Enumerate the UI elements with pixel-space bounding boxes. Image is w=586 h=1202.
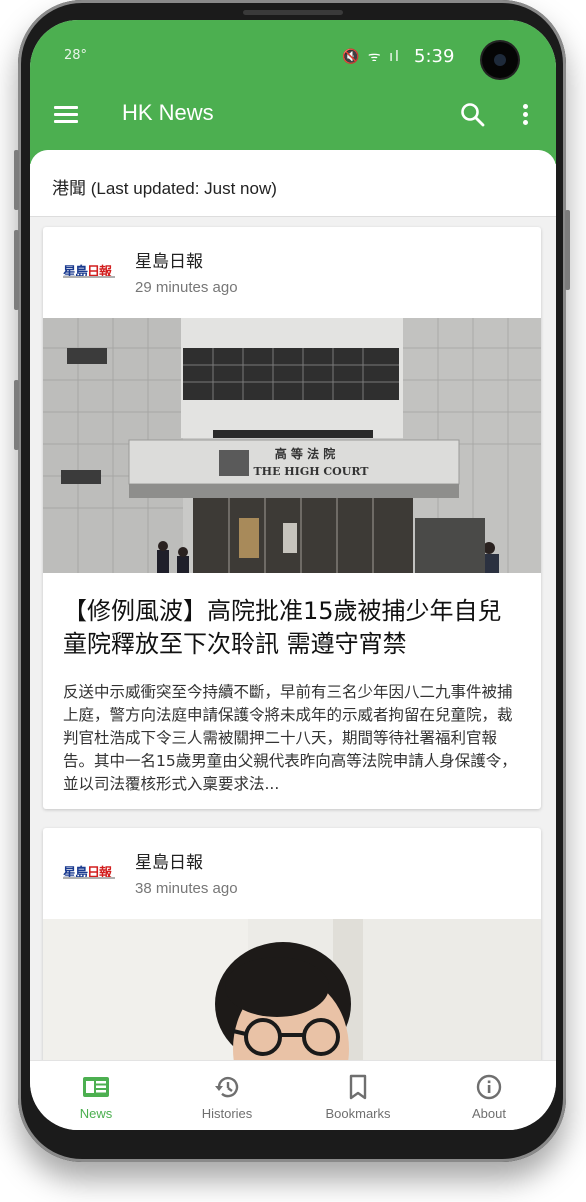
source-name: 星島日報: [135, 252, 203, 272]
svg-text:THE HIGH COURT: THE HIGH COURT: [253, 465, 369, 478]
svg-text:高 等 法 院: 高 等 法 院: [275, 446, 336, 461]
status-signal-icons: 🔇 ᯤ ıl: [342, 49, 401, 65]
bookmark-icon: [344, 1073, 372, 1101]
nav-histories-label: Histories: [201, 1106, 253, 1121]
power-button-left: [14, 230, 19, 310]
app-title: HK News: [122, 100, 214, 125]
section-title: 港聞 (Last updated: Just now): [52, 179, 277, 198]
publish-time: 29 minutes ago: [135, 279, 238, 296]
source-name: 星島日報: [135, 853, 203, 873]
bixby-button: [14, 380, 19, 450]
nav-bookmarks[interactable]: Bookmarks: [292, 1061, 424, 1130]
phone-screen: 28° 🔇 ᯤ ıl 5:39 HK News 港聞 (Last updated…: [30, 20, 556, 1130]
info-icon: [475, 1073, 503, 1101]
power-button: [565, 210, 570, 290]
history-icon: [213, 1073, 241, 1101]
news-icon: [82, 1073, 110, 1101]
news-headline[interactable]: 【修例風波】高院批准15歲被捕少年自兒童院釋放至下次聆訊 需遵守宵禁: [63, 595, 525, 661]
nav-about[interactable]: About: [423, 1061, 555, 1130]
volume-button: [14, 150, 19, 210]
more-vert-icon[interactable]: [523, 104, 529, 126]
nav-news[interactable]: News: [30, 1061, 162, 1130]
news-image-high-court[interactable]: 高 等 法 院 THE HIGH COURT: [43, 318, 541, 573]
publish-time: 38 minutes ago: [135, 880, 238, 897]
news-feed[interactable]: 港聞 (Last updated: Just now) 星島日報 星島日報 29…: [30, 150, 556, 1060]
news-card[interactable]: 星島日報 星島日報 38 minutes ago: [43, 828, 541, 1060]
source-logo: 星島日報: [63, 862, 115, 882]
news-summary: 反送中示威衝突至今持續不斷，早前有三名少年因八二九事件被捕上庭，警方向法庭申請保…: [63, 683, 517, 793]
search-icon[interactable]: [460, 102, 486, 128]
nav-about-label: About: [472, 1106, 506, 1121]
source-logo: 星島日報: [63, 261, 115, 281]
earpiece-speaker: [243, 10, 343, 15]
front-camera: [482, 42, 518, 78]
nav-news-label: News: [79, 1106, 113, 1121]
news-image-portrait[interactable]: [43, 919, 541, 1060]
status-temperature: 28°: [64, 48, 88, 63]
nav-histories[interactable]: Histories: [161, 1061, 293, 1130]
nav-bookmarks-label: Bookmarks: [325, 1106, 391, 1121]
section-header: 港聞 (Last updated: Just now): [30, 150, 556, 217]
hamburger-menu-icon[interactable]: [54, 106, 78, 124]
news-card[interactable]: 星島日報 星島日報 29 minutes ago 高 等 法 院 THE HIG…: [43, 227, 541, 809]
app-top-bar: 28° 🔇 ᯤ ıl 5:39 HK News: [30, 20, 556, 164]
bottom-navigation: News Histories Bookmarks About: [30, 1060, 556, 1130]
status-time: 5:39: [414, 46, 455, 67]
